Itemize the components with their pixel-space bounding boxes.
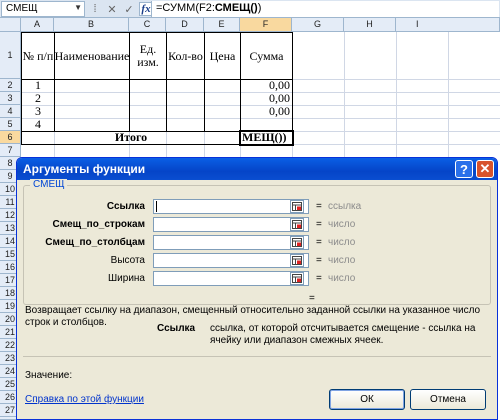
header-price[interactable]: Цена — [205, 33, 240, 79]
arg-equals: = — [316, 273, 322, 284]
arg-equals: = — [316, 237, 322, 248]
arg-equals: = — [316, 201, 322, 212]
cancel-icon[interactable]: ✕ — [105, 2, 119, 16]
arg-input-width[interactable] — [153, 271, 309, 286]
arg-label-height: Высота — [110, 255, 145, 266]
arg-result: число — [328, 255, 356, 266]
arg-input-height[interactable] — [153, 253, 309, 268]
row-header-1[interactable]: 1 — [0, 32, 21, 79]
arguments-group: СМЕЩ Ссылка = ссылка Смещ_по_строкам = ч… — [23, 179, 491, 305]
column-header-d[interactable]: D — [166, 18, 204, 32]
table-row-num[interactable]: 4 — [22, 118, 54, 131]
collapse-range-icon[interactable] — [290, 218, 304, 231]
table-row-sum[interactable]: 0,00 — [241, 105, 290, 118]
formula-suffix: ) — [257, 2, 262, 14]
header-name[interactable]: Наименование — [55, 33, 130, 79]
column-header-i[interactable]: I — [396, 18, 500, 32]
column-header-a[interactable]: A — [21, 18, 54, 32]
column-header-h[interactable]: H — [344, 18, 396, 32]
help-icon[interactable]: ? — [455, 160, 473, 178]
arg-equals: = — [316, 255, 322, 266]
arg-result: число — [328, 237, 356, 248]
function-result-equals: = — [309, 293, 315, 304]
header-unit[interactable]: Ед. изм. — [130, 33, 166, 79]
value-label: Значение: — [25, 370, 73, 381]
row-header-5[interactable]: 5 — [0, 118, 21, 131]
formula-input[interactable]: =СУММ(F2:СМЕЩ()) — [151, 1, 499, 17]
selected-arg-name: Ссылка — [157, 323, 196, 334]
chevron-down-icon[interactable]: ▼ — [74, 3, 82, 12]
row-header-7[interactable]: 7 — [0, 144, 21, 157]
arg-result: число — [328, 219, 356, 230]
formula-bar: СМЕЩ ▼ ⁞ ✕ ✓ fx =СУММ(F2:СМЕЩ()) — [0, 0, 500, 18]
ok-button[interactable]: ОК — [329, 389, 405, 410]
dialog-title-bar[interactable]: Аргументы функции ? ✕ — [17, 158, 497, 180]
enter-icon[interactable]: ✓ — [122, 2, 136, 16]
collapse-range-icon[interactable] — [290, 200, 304, 213]
arg-input-row-offset[interactable] — [153, 217, 309, 232]
name-box[interactable]: СМЕЩ ▼ — [1, 1, 85, 17]
collapse-range-icon[interactable] — [290, 254, 304, 267]
arg-result: число — [328, 273, 356, 284]
header-sum[interactable]: Сумма — [241, 33, 292, 79]
cancel-button[interactable]: Отмена — [410, 389, 486, 410]
row-header-4[interactable]: 4 — [0, 105, 21, 118]
help-link[interactable]: Справка по этой функции — [25, 394, 144, 405]
arg-equals: = — [316, 219, 322, 230]
arg-input-col-offset[interactable] — [153, 235, 309, 250]
arg-input-reference[interactable] — [153, 199, 309, 214]
arg-label-width: Ширина — [108, 273, 145, 284]
total-label[interactable]: Итого — [22, 131, 240, 144]
formula-bold: СМЕЩ() — [214, 2, 258, 14]
close-icon[interactable]: ✕ — [476, 160, 494, 178]
header-num[interactable]: № п/п — [22, 33, 54, 79]
column-header-g[interactable]: G — [292, 18, 344, 32]
row-header-3[interactable]: 3 — [0, 92, 21, 105]
selected-arg-description: ссылка, от которой отсчитывается смещени… — [210, 323, 476, 346]
header-qty[interactable]: Кол-во — [167, 33, 204, 79]
arg-result: ссылка — [328, 201, 362, 212]
arg-label-col-offset: Смещ_по_столбцам — [45, 237, 145, 248]
collapse-range-icon[interactable] — [290, 272, 304, 285]
grip-icon: ⁞ — [93, 3, 97, 15]
divider — [23, 356, 491, 357]
formula-prefix: =СУММ(F2: — [156, 2, 215, 14]
text-caret — [156, 201, 157, 212]
row-header-2[interactable]: 2 — [0, 79, 21, 92]
dialog-title: Аргументы функции — [23, 162, 146, 176]
active-cell-border — [239, 130, 294, 146]
column-header-c[interactable]: C — [129, 18, 166, 32]
column-header-e[interactable]: E — [204, 18, 240, 32]
row-header-6[interactable]: 6 — [0, 131, 21, 144]
name-box-value: СМЕЩ — [6, 3, 38, 14]
function-arguments-dialog: Аргументы функции ? ✕ СМЕЩ Ссылка = ссыл… — [16, 157, 498, 420]
group-title: СМЕЩ — [30, 179, 68, 190]
select-all-corner[interactable] — [0, 18, 21, 32]
column-header-f[interactable]: F — [240, 18, 292, 32]
arg-label-row-offset: Смещ_по_строкам — [52, 219, 145, 230]
column-header-b[interactable]: B — [54, 18, 129, 32]
collapse-range-icon[interactable] — [290, 236, 304, 249]
arg-label-reference: Ссылка — [106, 201, 145, 212]
